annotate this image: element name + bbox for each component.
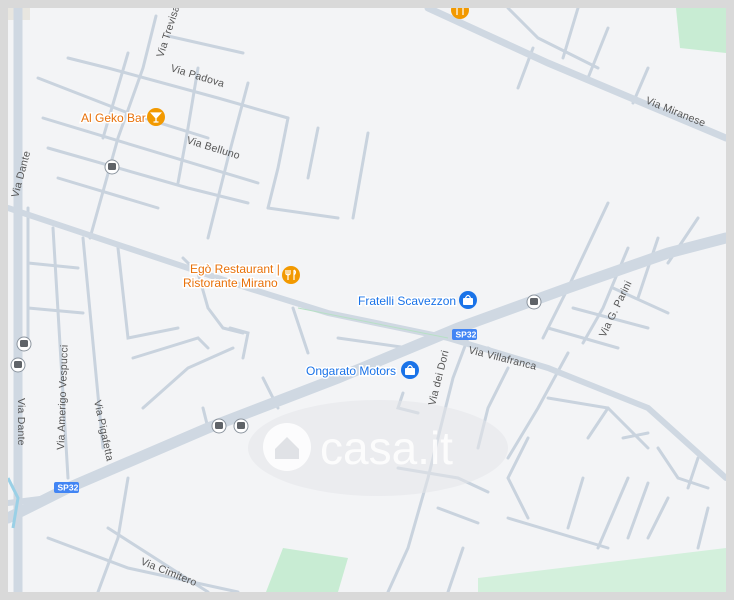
street-label-via-g-parini: Via G. Parini: [597, 279, 635, 339]
bus-stop-icon[interactable]: [233, 418, 249, 434]
street-label-via-dei-dori: Via dei Dori: [426, 349, 451, 407]
street-label-via-villafranca: Via Villafranca: [467, 344, 538, 373]
poi-label-ongarato-motors: Ongarato Motors: [306, 364, 396, 378]
poi-label-fratelli-scavezzon: Fratelli Scavezzon: [358, 294, 456, 308]
map-frame: casa.it Via Trevisan Via Padova Via Bell…: [0, 0, 734, 600]
svg-text:SP32: SP32: [456, 330, 477, 340]
street-label-via-padova: Via Padova: [169, 62, 226, 90]
street-label-via-trevisan: Via Trevisan: [154, 8, 184, 59]
poi-fratelli-scavezzon[interactable]: Fratelli Scavezzon: [357, 291, 477, 310]
street-label-via-amerigo-vespucci: Via Amerigo Vespucci: [55, 344, 71, 450]
poi-ongarato-motors[interactable]: Ongarato Motors: [305, 361, 419, 380]
restaurant-icon: [451, 8, 469, 19]
poi-ego-restaurant[interactable]: Egò Restaurant | Ristorante Mirano: [182, 261, 300, 292]
street-label-via-miranese: Via Miranese: [644, 95, 707, 130]
poi-label-al-geko-bar: Al Geko Bar: [81, 111, 146, 125]
bus-stop-icon[interactable]: [526, 294, 542, 310]
street-label-via-dante-left: Via Dante: [15, 398, 27, 446]
label-layer: Via Trevisan Via Padova Via Belluno Via …: [9, 8, 707, 589]
street-label-via-pigafetta: Via Pigafetta: [91, 399, 116, 462]
poi-label-ego-restaurant-line1: Egò Restaurant |: [190, 262, 280, 276]
street-label-via-cimitero: Via Cimitero: [139, 556, 199, 589]
restaurant-icon: [282, 266, 300, 284]
street-label-via-belluno: Via Belluno: [185, 134, 241, 162]
bus-stop-icon[interactable]: [10, 357, 26, 373]
map-canvas[interactable]: casa.it Via Trevisan Via Padova Via Bell…: [8, 8, 726, 592]
bus-stop-icon[interactable]: [211, 418, 227, 434]
poi-al-geko-bar[interactable]: Al Geko Bar: [80, 108, 165, 127]
poi-restaurant-top[interactable]: [451, 8, 469, 19]
svg-text:SP32: SP32: [58, 483, 79, 493]
street-label-via-dante-top: Via Dante: [9, 150, 33, 199]
poi-label-ego-restaurant-line2: Ristorante Mirano: [183, 276, 278, 290]
road-shield-sp32-left: SP32: [54, 482, 79, 493]
road-shield-sp32-right: SP32: [452, 329, 477, 340]
bus-stop-icon[interactable]: [16, 336, 32, 352]
bus-stop-icon[interactable]: [104, 159, 120, 175]
